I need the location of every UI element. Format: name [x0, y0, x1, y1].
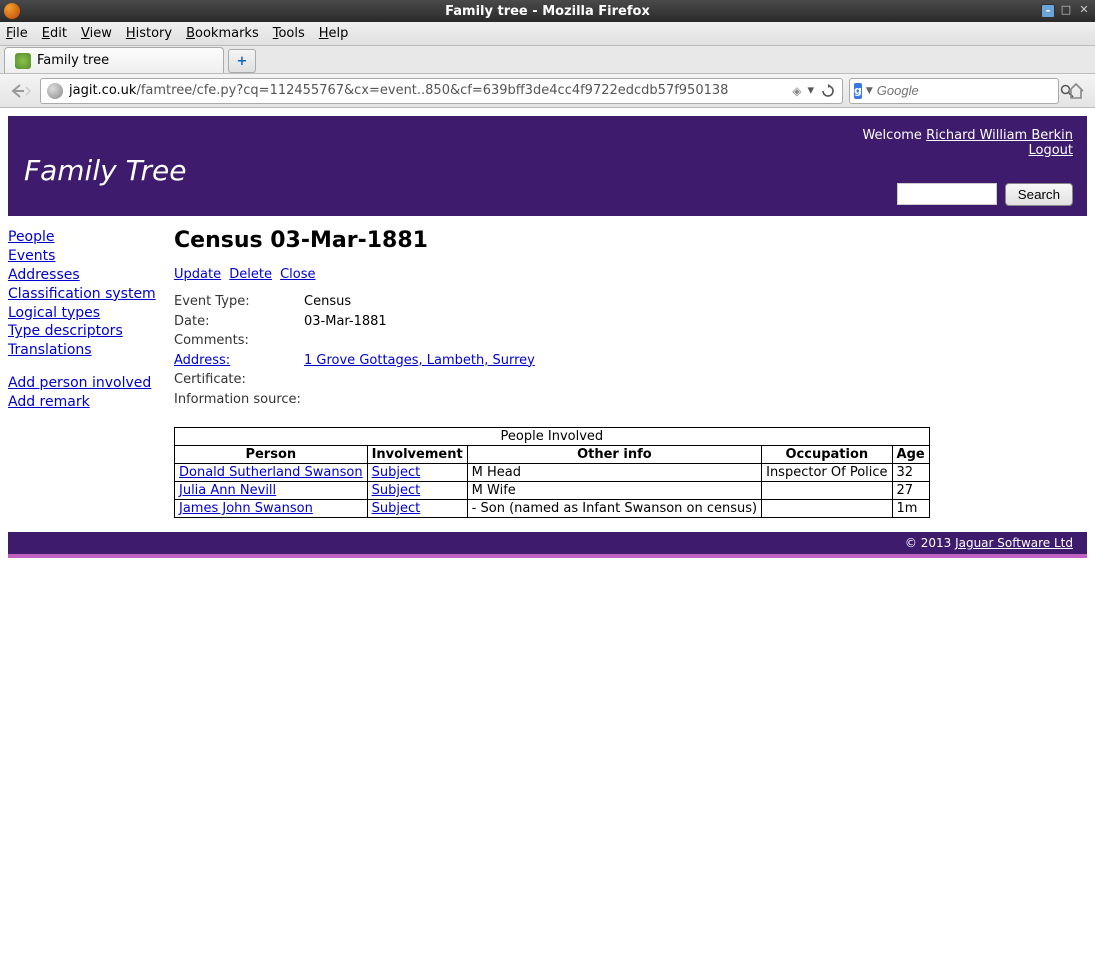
company-link[interactable]: Jaguar Software Ltd — [955, 536, 1073, 550]
url-dropdown-icon[interactable]: ▾ — [807, 83, 814, 98]
navbar: jagit.co.uk/famtree/cfe.py?cq=112455767&… — [0, 74, 1095, 108]
home-button[interactable] — [1065, 80, 1087, 102]
tab-favicon — [15, 53, 31, 69]
url-bar[interactable]: jagit.co.uk/famtree/cfe.py?cq=112455767&… — [40, 78, 843, 104]
welcome-prefix: Welcome — [862, 128, 926, 143]
other-cell: M Head — [467, 464, 761, 482]
occupation-cell — [762, 500, 892, 518]
sidebar-add-remark[interactable]: Add remark — [8, 393, 156, 412]
sidebar: People Events Addresses Classification s… — [8, 228, 156, 518]
menu-file[interactable]: File — [6, 26, 28, 41]
age-cell: 32 — [892, 464, 929, 482]
copyright: © 2013 — [905, 536, 955, 550]
update-link[interactable]: Update — [174, 267, 221, 282]
person-link[interactable]: Julia Ann Nevill — [179, 483, 276, 498]
sidebar-translations[interactable]: Translations — [8, 341, 156, 360]
firefox-icon — [4, 3, 20, 19]
tabbar: Family tree + — [0, 46, 1095, 74]
window-close-button[interactable]: ✕ — [1077, 4, 1091, 18]
new-tab-button[interactable]: + — [228, 49, 256, 73]
main-content: Census 03-Mar-1881 Update Delete Close E… — [174, 228, 1087, 518]
sidebar-logical-types[interactable]: Logical types — [8, 304, 156, 323]
table-row: James John Swanson Subject - Son (named … — [175, 500, 930, 518]
occupation-cell — [762, 482, 892, 500]
table-caption: People Involved — [175, 428, 930, 446]
action-links: Update Delete Close — [174, 267, 1087, 282]
menu-history[interactable]: History — [126, 26, 172, 41]
logout-link[interactable]: Logout — [1028, 143, 1073, 158]
age-cell: 1m — [892, 500, 929, 518]
address-label: Address: — [174, 351, 304, 371]
th-other: Other info — [467, 446, 761, 464]
sidebar-classification[interactable]: Classification system — [8, 285, 156, 304]
th-occupation: Occupation — [762, 446, 892, 464]
header-search-button[interactable]: Search — [1005, 183, 1073, 206]
url-text: jagit.co.uk/famtree/cfe.py?cq=112455767&… — [69, 83, 786, 98]
involvement-link[interactable]: Subject — [372, 465, 421, 480]
involvement-link[interactable]: Subject — [372, 483, 421, 498]
page-heading: Census 03-Mar-1881 — [174, 228, 1087, 253]
back-button[interactable] — [8, 80, 34, 102]
menu-edit[interactable]: Edit — [42, 26, 67, 41]
date-label: Date: — [174, 312, 304, 332]
sidebar-type-descriptors[interactable]: Type descriptors — [8, 322, 156, 341]
search-box[interactable]: g ▼ — [849, 78, 1059, 104]
user-link[interactable]: Richard William Berkin — [926, 128, 1073, 143]
minimize-button[interactable]: ‐ — [1041, 4, 1055, 18]
welcome-block: Welcome Richard William Berkin Logout — [862, 128, 1073, 158]
date-value: 03-Mar-1881 — [304, 312, 387, 332]
close-link[interactable]: Close — [280, 267, 315, 282]
th-person: Person — [175, 446, 368, 464]
header-search-input[interactable] — [897, 183, 997, 205]
person-link[interactable]: Donald Sutherland Swanson — [179, 465, 363, 480]
event-details: Event Type:Census Date:03-Mar-1881 Comme… — [174, 292, 1087, 409]
feed-icon[interactable]: ◈ — [792, 84, 801, 98]
comments-label: Comments: — [174, 331, 304, 351]
header-banner: Welcome Richard William Berkin Logout Fa… — [8, 116, 1087, 216]
table-row: Donald Sutherland Swanson Subject M Head… — [175, 464, 930, 482]
menu-view[interactable]: View — [81, 26, 112, 41]
sidebar-addresses[interactable]: Addresses — [8, 266, 156, 285]
menu-bookmarks[interactable]: Bookmarks — [186, 26, 259, 41]
table-header-row: Person Involvement Other info Occupation… — [175, 446, 930, 464]
search-input[interactable] — [877, 83, 1055, 98]
globe-icon — [47, 83, 63, 99]
certificate-label: Certificate: — [174, 370, 304, 390]
age-cell: 27 — [892, 482, 929, 500]
window-title: Family tree - Mozilla Firefox — [445, 4, 650, 19]
th-involvement: Involvement — [367, 446, 467, 464]
footer: © 2013 Jaguar Software Ltd — [8, 532, 1087, 558]
google-icon[interactable]: g — [854, 83, 862, 99]
other-cell: M Wife — [467, 482, 761, 500]
event-type-value: Census — [304, 292, 351, 312]
person-link[interactable]: James John Swanson — [179, 501, 313, 516]
maximize-button[interactable]: □ — [1059, 4, 1073, 18]
involvement-link[interactable]: Subject — [372, 501, 421, 516]
reload-button[interactable] — [820, 83, 836, 99]
sidebar-people[interactable]: People — [8, 228, 156, 247]
other-cell: - Son (named as Infant Swanson on census… — [467, 500, 761, 518]
event-type-label: Event Type: — [174, 292, 304, 312]
th-age: Age — [892, 446, 929, 464]
window-titlebar: Family tree - Mozilla Firefox ‐ □ ✕ — [0, 0, 1095, 22]
people-table: People Involved Person Involvement Other… — [174, 427, 930, 518]
address-link[interactable]: 1 Grove Gottages, Lambeth, Surrey — [304, 353, 535, 368]
menu-help[interactable]: Help — [319, 26, 349, 41]
sidebar-add-person[interactable]: Add person involved — [8, 374, 156, 393]
menu-tools[interactable]: Tools — [273, 26, 305, 41]
sidebar-events[interactable]: Events — [8, 247, 156, 266]
tab-active[interactable]: Family tree — [4, 47, 224, 73]
table-row: Julia Ann Nevill Subject M Wife 27 — [175, 482, 930, 500]
delete-link[interactable]: Delete — [229, 267, 272, 282]
menubar: File Edit View History Bookmarks Tools H… — [0, 22, 1095, 46]
tab-label: Family tree — [37, 53, 109, 68]
infosource-label: Information source: — [174, 390, 304, 410]
occupation-cell: Inspector Of Police — [762, 464, 892, 482]
page: Welcome Richard William Berkin Logout Fa… — [0, 108, 1095, 566]
search-provider-dropdown[interactable]: ▼ — [866, 86, 873, 96]
header-search: Search — [897, 183, 1073, 206]
